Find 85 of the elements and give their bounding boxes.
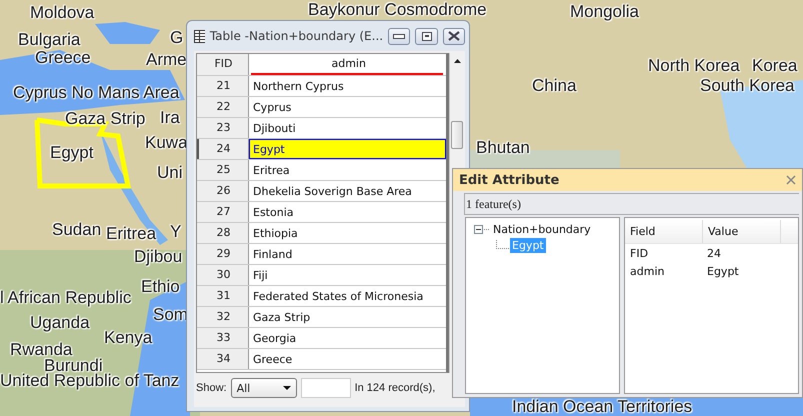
tree-item[interactable]: Nation+boundary — [491, 222, 593, 236]
close-icon — [448, 31, 460, 41]
map-label: Rwanda — [10, 340, 72, 359]
field-name: FID — [629, 246, 650, 260]
table-cell[interactable]: Fiji — [249, 265, 446, 285]
row-header[interactable]: 21 — [197, 76, 249, 96]
map-label: Y — [170, 222, 182, 242]
row-header[interactable]: 26 — [197, 181, 249, 201]
map-label: Arme — [146, 50, 187, 70]
row-header[interactable]: 27 — [197, 202, 249, 222]
window-title: Table -Nation+boundary (E... — [210, 29, 384, 43]
minimize-icon — [393, 33, 406, 39]
map-label: Bhutan — [476, 138, 530, 158]
scroll-up-icon[interactable] — [454, 59, 462, 63]
map-label: Uganda — [30, 313, 90, 333]
row-header[interactable]: 25 — [197, 160, 249, 180]
map-label: Ira — [160, 108, 180, 128]
map-label: G — [170, 28, 184, 48]
row-header[interactable]: 32 — [197, 307, 249, 327]
map-label: Korea — [752, 56, 798, 76]
column-header[interactable]: FID — [197, 54, 249, 75]
column-header[interactable]: admin — [251, 54, 444, 75]
map-label: North Korea — [648, 56, 740, 76]
table-cell[interactable]: Dhekelia Soverign Base Area — [249, 181, 446, 201]
map-label: Uni — [157, 163, 183, 183]
map-label: China — [532, 76, 576, 96]
map-label: Mongolia — [570, 2, 639, 22]
row-header[interactable]: 29 — [197, 244, 249, 264]
row-header[interactable]: 33 — [197, 328, 249, 348]
row-header[interactable]: 30 — [197, 265, 249, 285]
map-label: Moldova — [30, 3, 94, 23]
map-label: Kenya — [104, 328, 152, 348]
maximize-icon — [422, 32, 432, 40]
map-label: Sudan — [52, 220, 102, 240]
row-header[interactable]: 28 — [197, 223, 249, 243]
map-label: Indian Ocean Territories — [512, 397, 692, 416]
map-label: l African Republic — [0, 288, 132, 308]
map-label: Ethio — [141, 277, 180, 297]
map-label: Baykonur Cosmodrome — [308, 0, 487, 20]
close-button[interactable] — [442, 28, 466, 44]
table-cell[interactable]: Greece — [249, 349, 446, 369]
map-label: Kuwa — [145, 133, 188, 153]
table-cell[interactable]: Eritrea — [249, 160, 446, 180]
collapse-icon[interactable] — [474, 224, 489, 234]
table-cell[interactable]: Finland — [249, 244, 446, 264]
map-label: Djibou — [134, 247, 182, 267]
field-value: 24 — [706, 246, 722, 260]
column-header[interactable]: Field — [625, 220, 703, 243]
caret-icon — [282, 386, 291, 390]
show-label: Show: — [196, 382, 227, 394]
close-icon[interactable] — [786, 175, 796, 185]
feature-count: 1 feature(s) — [464, 193, 799, 215]
record-count: In 124 record(s), — [354, 382, 436, 394]
scroll-thumb[interactable] — [451, 121, 464, 149]
minimize-button[interactable] — [388, 28, 410, 44]
map-label: Egypt — [50, 143, 94, 163]
row-header[interactable]: 34 — [197, 349, 249, 369]
map-label: South Korea — [700, 76, 795, 96]
table-cell[interactable]: Georgia — [249, 328, 446, 348]
show-dropdown[interactable]: All — [230, 378, 297, 398]
map-label: Cyprus No Mans Area — [13, 83, 180, 103]
table-cell[interactable]: Gaza Strip — [249, 307, 446, 327]
column-header[interactable]: Value — [703, 220, 781, 243]
map-label: Greece — [35, 48, 91, 68]
row-header[interactable]: 31 — [197, 286, 249, 306]
table-cell[interactable]: Northern Cyprus — [249, 76, 446, 96]
table-cell[interactable]: Egypt — [249, 139, 446, 159]
table-cell[interactable]: Ethiopia — [249, 223, 446, 243]
row-header[interactable]: 24 — [197, 139, 249, 159]
maximize-button[interactable] — [415, 28, 438, 44]
row-header[interactable]: 22 — [197, 97, 249, 117]
table-cell[interactable]: Federated States of Micronesia — [249, 286, 446, 306]
map-label: Eritrea — [106, 224, 156, 244]
sea-area — [95, 22, 160, 44]
tree-connector-icon — [496, 240, 510, 250]
table-cell[interactable]: Estonia — [249, 202, 446, 222]
input-field[interactable] — [300, 378, 351, 398]
table-icon — [194, 30, 205, 42]
table-cell[interactable]: Cyprus — [249, 97, 446, 117]
field-name: admin — [629, 264, 666, 278]
field-value: Egypt — [706, 264, 740, 278]
map-label: Bulgaria — [18, 30, 80, 50]
table-cell[interactable]: Djibouti — [249, 118, 446, 138]
row-header[interactable]: 23 — [197, 118, 249, 138]
panel-title: Edit Attribute — [459, 172, 560, 188]
